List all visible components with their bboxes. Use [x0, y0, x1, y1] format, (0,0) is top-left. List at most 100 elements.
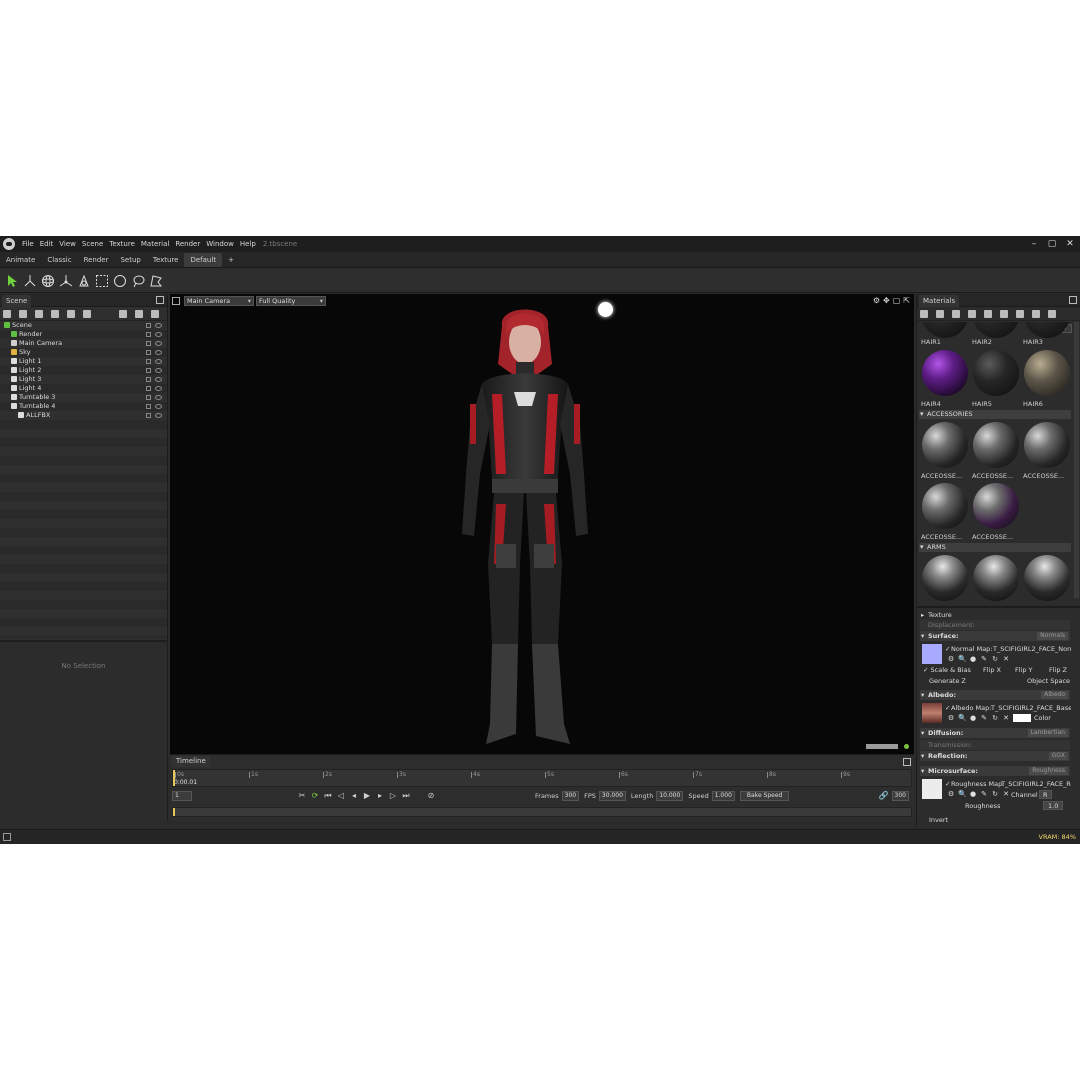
- lock-icon[interactable]: [146, 368, 151, 373]
- maximize-icon[interactable]: ▢: [1046, 238, 1058, 250]
- visibility-icon[interactable]: [155, 323, 162, 328]
- surface-select[interactable]: Normals: [1037, 632, 1068, 640]
- lock-icon[interactable]: [146, 359, 151, 364]
- log-icon[interactable]: [3, 833, 11, 841]
- albedo-color-swatch[interactable]: [1013, 714, 1031, 722]
- transform-icon[interactable]: [58, 273, 74, 289]
- tab-scene[interactable]: Scene: [2, 295, 32, 307]
- roughness-map-file[interactable]: T_SCIFIGIRL2_FACE_Ro: [1001, 780, 1071, 788]
- material-thumbnail[interactable]: [971, 553, 1020, 613]
- menu-material[interactable]: Material: [138, 240, 172, 248]
- material-thumbnail[interactable]: HAIR1: [920, 322, 969, 346]
- refresh-icon[interactable]: [1032, 309, 1040, 318]
- lock-icon[interactable]: [146, 323, 151, 328]
- microsurface-header[interactable]: Microsurface: Roughness: [920, 766, 1070, 776]
- paint-icon[interactable]: ●: [969, 790, 977, 798]
- visibility-icon[interactable]: [155, 359, 162, 364]
- folder-icon[interactable]: [119, 309, 127, 318]
- settings-icon[interactable]: ⚙: [947, 790, 955, 798]
- settings-icon[interactable]: ⚙: [947, 714, 955, 722]
- tab-render[interactable]: Render: [78, 253, 115, 267]
- remove-unused-icon[interactable]: [952, 309, 960, 318]
- lock-icon[interactable]: [146, 377, 151, 382]
- roughness-map-thumbnail[interactable]: [922, 779, 942, 799]
- materials-scrollbar[interactable]: [1074, 322, 1079, 598]
- add-camera-icon[interactable]: [35, 309, 43, 318]
- tab-setup[interactable]: Setup: [114, 253, 146, 267]
- albedo-map-file[interactable]: T_SCIFIGIRL2_FACE_Base_c: [991, 704, 1071, 712]
- material-thumbnail[interactable]: HAIR2: [971, 322, 1020, 346]
- scene-tree-item[interactable]: Main Camera: [0, 339, 167, 348]
- add-tab-button[interactable]: +: [222, 253, 240, 267]
- reload-icon[interactable]: ↻: [991, 790, 999, 798]
- channel-select[interactable]: R: [1039, 790, 1052, 799]
- viewport-3d[interactable]: Main Camera Full Quality ⚙ ✥ ▢ ⇱: [170, 294, 914, 754]
- menu-scene[interactable]: Scene: [79, 240, 106, 248]
- prev-key-icon[interactable]: ◁: [336, 791, 346, 801]
- normal-map-thumbnail[interactable]: [922, 644, 942, 664]
- step-forward-icon[interactable]: ▸: [375, 791, 385, 801]
- speed-field[interactable]: 1.000: [711, 791, 735, 801]
- skip-start-icon[interactable]: ⏮: [323, 791, 333, 801]
- scene-tree-item[interactable]: Sky: [0, 348, 167, 357]
- lock-icon[interactable]: [146, 386, 151, 391]
- polygon-select-icon[interactable]: [148, 273, 164, 289]
- folder-icon[interactable]: [968, 309, 976, 318]
- lock-icon[interactable]: [146, 404, 151, 409]
- rect-select-icon[interactable]: [94, 273, 110, 289]
- link-icon[interactable]: 🔗: [879, 791, 889, 801]
- microsurface-select[interactable]: Roughness: [1029, 767, 1068, 775]
- scene-tree-item[interactable]: Light 4: [0, 384, 167, 393]
- material-thumbnail[interactable]: ACCEOSSE...: [971, 481, 1020, 541]
- transmission-row[interactable]: Transmission:: [920, 740, 1070, 750]
- visibility-icon[interactable]: [155, 341, 162, 346]
- material-thumbnail[interactable]: [920, 553, 969, 613]
- visibility-icon[interactable]: [155, 350, 162, 355]
- menu-render[interactable]: Render: [172, 240, 203, 248]
- visibility-icon[interactable]: [155, 413, 162, 418]
- character-model[interactable]: [440, 304, 610, 754]
- scene-tree-item[interactable]: Render: [0, 330, 167, 339]
- tab-animate[interactable]: Animate: [0, 253, 41, 267]
- circle-select-icon[interactable]: [112, 273, 128, 289]
- menu-help[interactable]: Help: [237, 240, 259, 248]
- flip-y-checkbox[interactable]: Flip Y: [1015, 666, 1033, 674]
- reflection-header[interactable]: Reflection: GGX: [920, 751, 1070, 761]
- visibility-icon[interactable]: [155, 404, 162, 409]
- lock-icon[interactable]: [146, 341, 151, 346]
- viewport-menu-icon[interactable]: [172, 297, 180, 305]
- clear-icon[interactable]: ✕: [1002, 714, 1010, 722]
- scene-tree-item[interactable]: Light 1: [0, 357, 167, 366]
- invert-checkbox[interactable]: Invert: [929, 816, 948, 824]
- rotate-icon[interactable]: [40, 273, 56, 289]
- menu-view[interactable]: View: [56, 240, 79, 248]
- settings-icon[interactable]: ⚙: [947, 655, 955, 663]
- close-icon[interactable]: ✕: [1064, 238, 1076, 250]
- albedo-map-checkbox[interactable]: ✓: [945, 704, 950, 712]
- gear-icon[interactable]: ⚙: [873, 296, 880, 305]
- lock-icon[interactable]: [146, 395, 151, 400]
- scene-tree-item[interactable]: Light 3: [0, 375, 167, 384]
- material-thumbnail[interactable]: ACCEOSSE...: [920, 481, 969, 541]
- frames-field[interactable]: 300: [561, 791, 580, 801]
- length-field[interactable]: 10.000: [656, 791, 684, 801]
- loop-icon[interactable]: ⟳: [310, 791, 320, 801]
- material-thumbnail[interactable]: [1022, 553, 1071, 613]
- step-back-icon[interactable]: ◂: [349, 791, 359, 801]
- material-thumbnail[interactable]: ACCEOSSE...: [971, 420, 1020, 480]
- timeline-ruler[interactable]: 0s 1s 2s 3s 4s 5s 6s 7s 8s 9s 0:00.01: [172, 769, 912, 787]
- scene-tree-item[interactable]: Light 2: [0, 366, 167, 375]
- add-turntable-icon[interactable]: [83, 309, 91, 318]
- scene-tree-item[interactable]: Turntable 4: [0, 402, 167, 411]
- lock-icon[interactable]: [146, 413, 151, 418]
- paint-icon[interactable]: ●: [969, 655, 977, 663]
- skip-end-icon[interactable]: ⏭: [401, 791, 411, 801]
- surface-header[interactable]: Surface: Normals: [920, 631, 1070, 641]
- reflection-select[interactable]: GGX: [1048, 752, 1068, 760]
- popout-icon[interactable]: ⇱: [903, 296, 910, 305]
- bake-speed-button[interactable]: Bake Speed: [739, 791, 790, 801]
- displacement-row[interactable]: Displacement:: [920, 620, 1070, 630]
- popout-icon[interactable]: [156, 296, 164, 304]
- material-thumbnail[interactable]: ACCEOSSE...: [920, 420, 969, 480]
- scene-tree-item[interactable]: ALLFBX: [0, 411, 167, 420]
